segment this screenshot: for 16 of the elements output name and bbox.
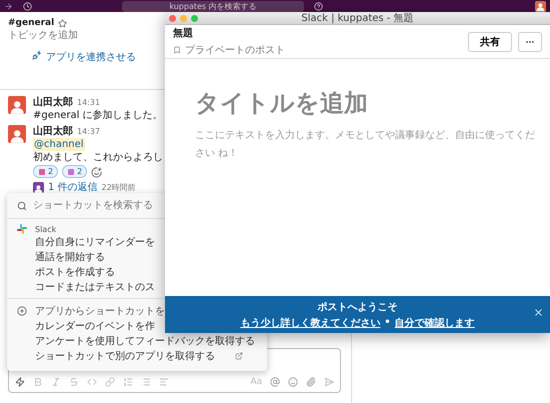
message-text: 初めまして、これからよろし xyxy=(33,151,163,164)
reply-time: 22時間前 xyxy=(102,182,136,194)
section-title: アプリからショートカットを xyxy=(35,304,165,318)
message-time: 14:37 xyxy=(77,126,100,138)
author-name: 山田太郎 xyxy=(33,125,73,138)
author-name: 山田太郎 xyxy=(33,96,73,109)
section-title: Slack xyxy=(35,224,56,234)
post-visibility: プライベートのポスト xyxy=(185,44,285,57)
mention-tag: @channel xyxy=(33,138,85,151)
window-title: Slack | kuppates - 無題 xyxy=(300,12,415,24)
message-text: #general に参加しました。 xyxy=(33,109,163,122)
channel-name: #general xyxy=(8,18,54,28)
banner-title: ポストへようこそ xyxy=(318,300,398,314)
separator-dot: • xyxy=(384,317,391,328)
message-time: 14:31 xyxy=(77,97,100,109)
post-title: 無題 xyxy=(173,26,194,40)
